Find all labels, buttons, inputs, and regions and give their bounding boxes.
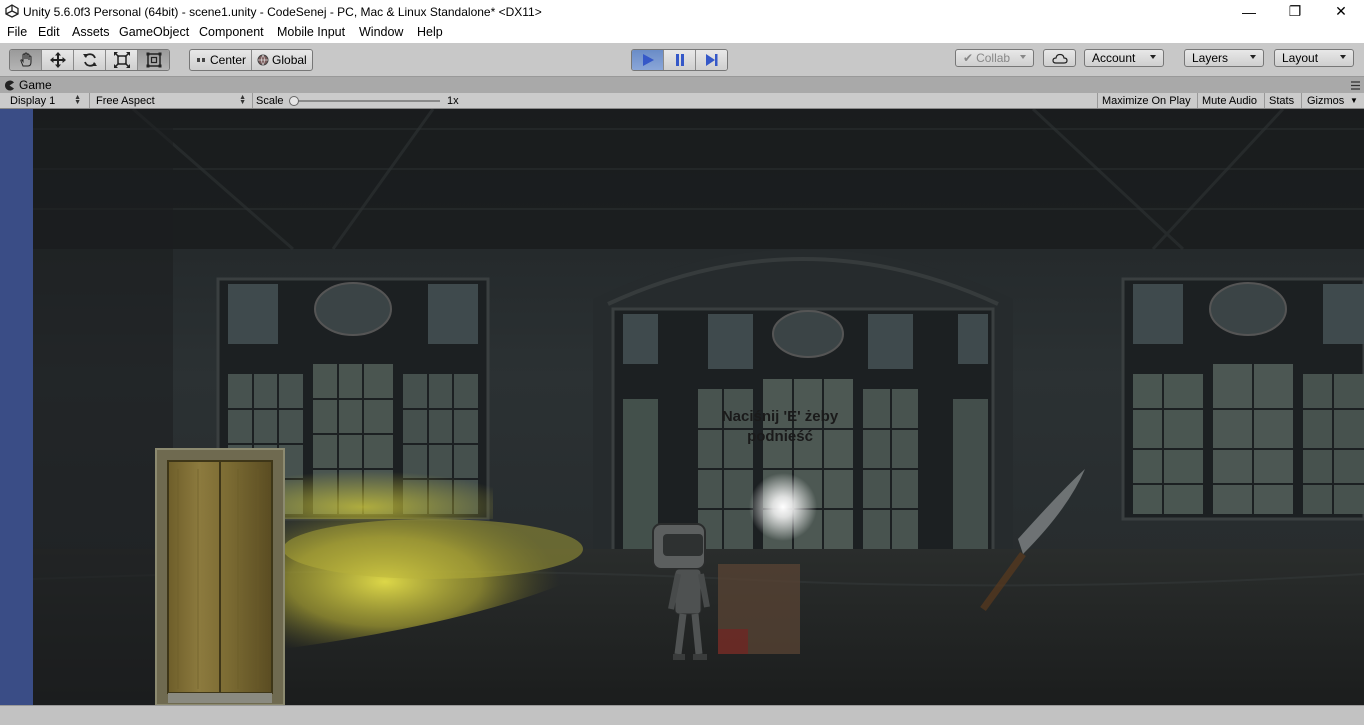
check-icon: ✔ xyxy=(963,51,974,65)
updown-icon: ▲ ▼ xyxy=(239,94,246,106)
scale-icon xyxy=(113,52,130,68)
scale-slider-thumb[interactable] xyxy=(289,96,299,106)
window-title: Unity 5.6.0f3 Personal (64bit) - scene1.… xyxy=(23,5,542,19)
cloud-button[interactable] xyxy=(1043,49,1076,67)
close-button[interactable]: ✕ xyxy=(1318,0,1364,23)
restore-button[interactable]: ❐ xyxy=(1272,0,1318,23)
stats-toggle[interactable]: Stats xyxy=(1269,94,1294,107)
menu-edit[interactable]: Edit xyxy=(38,25,60,39)
panel-menu-icon[interactable] xyxy=(1351,81,1360,90)
menu-help[interactable]: Help xyxy=(417,25,443,39)
layout-label: Layout xyxy=(1282,51,1319,65)
scale-value: 1x xyxy=(447,94,459,107)
pivot-center-label: Center xyxy=(210,53,247,67)
pivot-global-button[interactable]: Global xyxy=(252,50,312,70)
separator xyxy=(1097,93,1098,108)
cloud-icon xyxy=(1051,53,1068,64)
menu-bar: File Edit Assets GameObject Component Mo… xyxy=(0,23,1364,43)
blood-stain xyxy=(718,629,748,654)
aspect-select[interactable]: Free Aspect ▲ ▼ xyxy=(96,94,249,107)
pause-icon xyxy=(675,54,684,66)
gizmos-arrow-icon[interactable]: ▼ xyxy=(1350,94,1358,107)
game-viewport[interactable]: Naciśnij 'E' żeby podnieść xyxy=(0,109,1364,705)
minimize-icon: — xyxy=(1242,3,1256,20)
collab-dropdown[interactable]: ✔ Collab xyxy=(955,49,1034,67)
account-dropdown[interactable]: Account xyxy=(1084,49,1164,67)
aspect-label: Free Aspect xyxy=(96,94,155,107)
close-icon: ✕ xyxy=(1335,3,1347,19)
display-select[interactable]: Display 1 ▲ ▼ xyxy=(10,94,84,107)
wooden-door xyxy=(155,448,285,705)
menu-file[interactable]: File xyxy=(7,25,27,39)
scale-slider[interactable] xyxy=(289,96,440,106)
collab-label: Collab xyxy=(976,51,1011,65)
transform-tools xyxy=(9,49,170,71)
restore-icon: ❐ xyxy=(1288,3,1302,19)
status-bar xyxy=(0,705,1364,725)
pivot-center-button[interactable]: Center xyxy=(190,50,253,70)
pivot-controls: Center Global xyxy=(189,49,313,71)
updown-icon: ▲ ▼ xyxy=(74,94,81,106)
rect-transform-icon xyxy=(146,52,161,68)
tab-game[interactable]: Game xyxy=(4,77,52,93)
game-view-toolbar: Display 1 ▲ ▼ Free Aspect ▲ ▼ Scale 1x Max… xyxy=(0,93,1364,109)
title-bar: Unity 5.6.0f3 Personal (64bit) - scene1.… xyxy=(0,0,1364,23)
tab-game-label: Game xyxy=(19,78,52,92)
maximize-on-play-toggle[interactable]: Maximize On Play xyxy=(1102,94,1191,107)
tab-bar: Game xyxy=(0,77,1364,93)
display-label: Display 1 xyxy=(10,94,56,107)
gizmos-dropdown[interactable]: Gizmos xyxy=(1307,94,1344,107)
pickup-prompt-line2: podnieść xyxy=(747,428,813,445)
layers-label: Layers xyxy=(1192,51,1229,65)
separator xyxy=(1197,93,1198,108)
game-scene xyxy=(33,109,1364,705)
scale-label: Scale xyxy=(256,94,284,107)
layout-dropdown[interactable]: Layout xyxy=(1274,49,1354,67)
account-label: Account xyxy=(1092,51,1136,65)
hand-tool-button[interactable] xyxy=(10,50,42,70)
menu-assets[interactable]: Assets xyxy=(72,25,110,39)
separator xyxy=(89,93,90,108)
menu-window[interactable]: Window xyxy=(359,25,403,39)
layers-dropdown[interactable]: Layers xyxy=(1184,49,1264,67)
pause-button[interactable] xyxy=(664,50,696,70)
move-tool-button[interactable] xyxy=(42,50,74,70)
light-orb xyxy=(749,473,817,541)
step-button[interactable] xyxy=(696,50,727,70)
window-right xyxy=(1121,277,1364,521)
viewport-left-strip xyxy=(0,109,33,705)
separator xyxy=(252,93,253,108)
move-arrows-icon xyxy=(49,52,66,68)
pivot-global-label: Global xyxy=(272,53,307,67)
mute-audio-toggle[interactable]: Mute Audio xyxy=(1202,94,1257,107)
scale-tool-button[interactable] xyxy=(106,50,138,70)
menu-component[interactable]: Component xyxy=(199,25,264,39)
rect-tool-button[interactable] xyxy=(138,50,169,70)
menu-gameobject[interactable]: GameObject xyxy=(119,25,189,39)
pacman-icon xyxy=(5,80,15,90)
rotate-tool-button[interactable] xyxy=(74,50,106,70)
step-icon xyxy=(705,54,717,66)
main-toolbar: Center Global ✔ Collab Account Layers La… xyxy=(0,43,1364,77)
pickup-prompt: Naciśnij 'E' żeby podnieść xyxy=(700,407,860,447)
unity-logo-icon xyxy=(5,4,19,18)
globe-icon xyxy=(257,54,269,66)
separator xyxy=(1301,93,1302,108)
pivot-center-icon xyxy=(197,58,205,62)
rotate-icon xyxy=(82,53,97,67)
menu-mobile-input[interactable]: Mobile Input xyxy=(277,25,345,39)
separator xyxy=(1264,93,1265,108)
play-icon xyxy=(642,54,654,66)
pickup-prompt-line1: Naciśnij 'E' żeby xyxy=(721,408,839,425)
play-button[interactable] xyxy=(632,50,664,70)
hand-icon xyxy=(19,52,31,67)
play-controls xyxy=(631,49,728,71)
minimize-button[interactable]: — xyxy=(1226,0,1272,23)
